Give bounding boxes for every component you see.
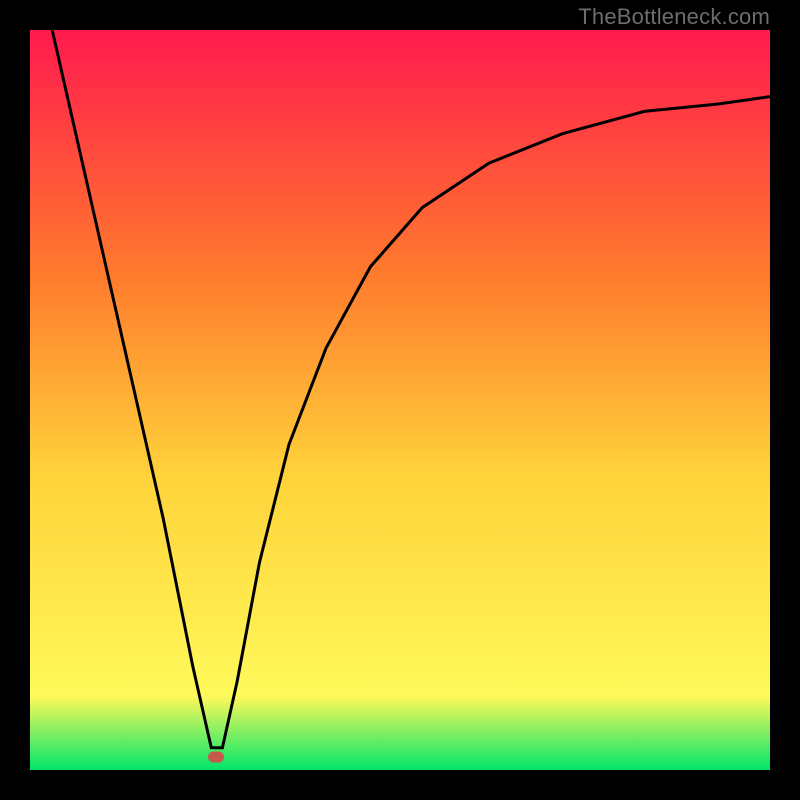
curve-layer	[30, 30, 770, 770]
chart-frame: TheBottleneck.com	[0, 0, 800, 800]
bottleneck-curve-path	[52, 30, 770, 748]
watermark-text: TheBottleneck.com	[578, 4, 770, 30]
plot-area	[30, 30, 770, 770]
minimum-marker	[208, 751, 224, 762]
